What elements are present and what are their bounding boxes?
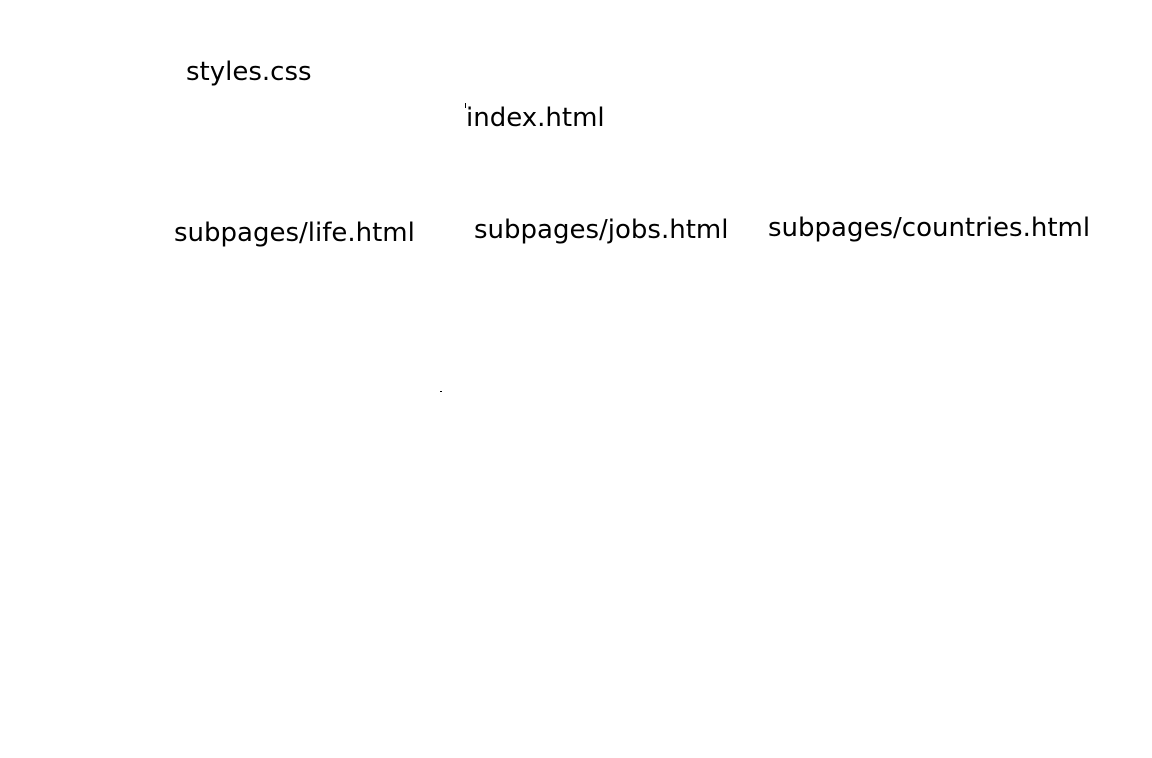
- stray-mark-tick: [465, 103, 466, 108]
- file-label-index-html: index.html: [466, 103, 605, 133]
- file-label-jobs-html: subpages/jobs.html: [474, 215, 729, 245]
- file-label-life-html: subpages/life.html: [174, 218, 415, 248]
- diagram-canvas: styles.css index.html subpages/life.html…: [0, 0, 1152, 758]
- stray-mark-dot: [440, 391, 442, 392]
- file-label-countries-html: subpages/countries.html: [768, 213, 1091, 243]
- file-label-styles-css: styles.css: [186, 57, 312, 87]
